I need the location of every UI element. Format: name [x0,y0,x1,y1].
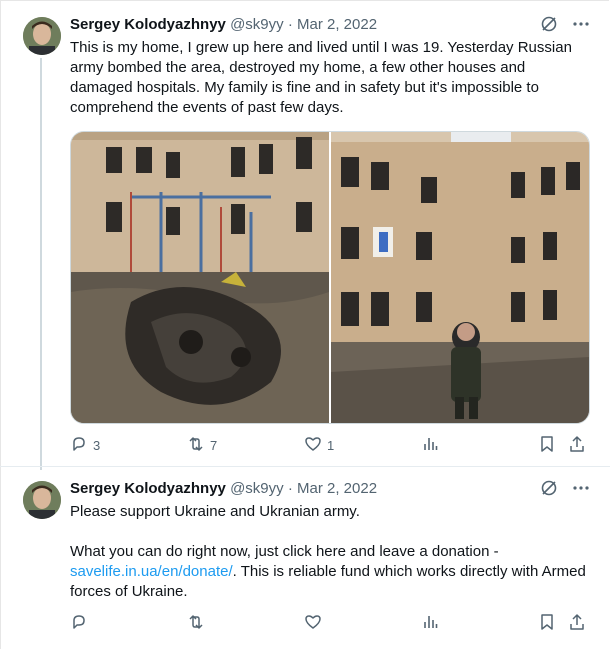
author-name[interactable]: Sergey Kolodyazhnyy [70,480,226,497]
author-handle[interactable]: @sk9yy [230,16,284,33]
bookmark-icon [538,613,556,634]
like-button[interactable] [304,613,322,634]
photo-destroyed-building[interactable] [331,132,589,423]
like-button[interactable]: 1 [304,435,334,456]
views-button[interactable] [421,435,439,456]
separator-dot: · [287,16,293,33]
like-icon [304,435,322,456]
bookmark-button[interactable] [538,435,556,456]
reply-button[interactable]: 3 [70,435,100,456]
grok-icon[interactable] [540,479,558,503]
retweet-button[interactable] [187,613,205,634]
share-button[interactable] [568,613,586,634]
reply-count: 3 [93,438,101,453]
tweet-header: Sergey Kolodyazhnyy @sk9yy · Mar 2, 2022 [70,479,590,499]
avatar[interactable] [23,17,61,55]
retweet-count: 7 [210,438,218,453]
views-icon [421,613,439,634]
bookmark-icon [538,435,556,456]
photo-destroyed-playground[interactable] [71,132,329,423]
tweet-text-line1: Please support Ukraine and Ukranian army… [70,503,360,520]
avatar[interactable] [23,481,61,519]
tweet-text: Please support Ukraine and Ukranian army… [70,502,590,602]
author-name[interactable]: Sergey Kolodyazhnyy [70,16,226,33]
tweet-actions: 3 7 1 [70,435,588,455]
media-grid[interactable] [70,131,590,424]
tweet-date[interactable]: Mar 2, 2022 [297,16,377,33]
separator-dot: · [287,480,293,497]
grok-icon[interactable] [540,15,558,39]
tweet-actions [70,613,588,633]
tweet-text-body: This is my home, I grew up here and live… [70,39,572,116]
donate-link[interactable]: savelife.in.ua/en/donate/ [70,563,233,580]
reply-icon [70,613,88,634]
retweet-icon [187,435,205,456]
reply-button[interactable] [70,613,88,634]
views-icon [421,435,439,456]
like-icon [304,613,322,634]
tweet-date[interactable]: Mar 2, 2022 [297,480,377,497]
share-icon [568,435,586,456]
reply-icon [70,435,88,456]
tweet-text: This is my home, I grew up here and live… [70,38,590,118]
text-before-link: What you can do right now, just click he… [70,543,499,560]
tweet-header: Sergey Kolodyazhnyy @sk9yy · Mar 2, 2022 [70,15,590,35]
share-icon [568,613,586,634]
bookmark-button[interactable] [538,613,556,634]
retweet-icon [187,613,205,634]
tweet-text-body: What you can do right now, just click he… [70,542,590,602]
author-handle[interactable]: @sk9yy [230,480,284,497]
tweet-2[interactable]: Sergey Kolodyazhnyy @sk9yy · Mar 2, 2022… [0,467,610,650]
views-button[interactable] [421,613,439,634]
like-count: 1 [327,438,335,453]
share-button[interactable] [568,435,586,456]
more-icon[interactable] [572,479,590,503]
retweet-button[interactable]: 7 [187,435,217,456]
tweet-1[interactable]: Sergey Kolodyazhnyy @sk9yy · Mar 2, 2022… [0,0,610,466]
more-icon[interactable] [572,15,590,39]
